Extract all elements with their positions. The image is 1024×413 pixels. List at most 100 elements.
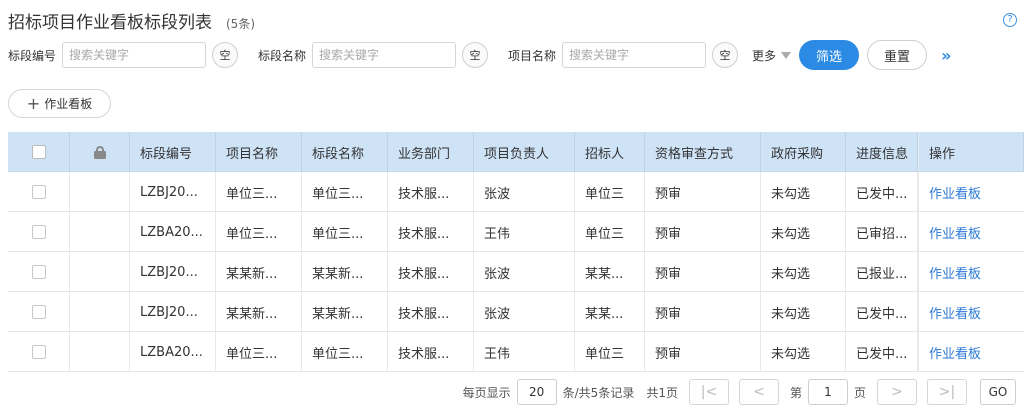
column-header[interactable]: 进度信息 [846,132,918,172]
title-row: 招标项目作业看板标段列表 (5条) [8,8,255,34]
help-icon[interactable]: ? [1003,13,1017,27]
row-checkbox[interactable] [32,225,46,239]
section-code-empty-button[interactable]: 空 [212,42,239,68]
row-checkbox[interactable] [32,305,46,319]
column-header[interactable]: 资格审查方式 [645,132,761,172]
project-name-empty-button[interactable]: 空 [712,42,739,68]
row-lock-cell [70,252,130,292]
per-page-label: 每页显示 [462,385,511,400]
filter-label-project-name: 项目名称 [508,48,557,63]
table-header-row: 标段编号 项目名称 标段名称 业务部门 项目负责人 招标人 资格审查方式 政府采… [8,132,1024,172]
add-kanban-label: 作业看板 [44,97,93,111]
table-row[interactable]: LZBA20... 单位三... 单位三... 技术服... 王伟 单位三 预审 未勾选 已审招… [8,212,1024,252]
add-kanban-button[interactable]: + 作业看板 [8,89,111,118]
per-page-input[interactable]: 20 [516,379,557,405]
project-name-cell: 单位三... [216,172,302,212]
section-name-cell: 单位三... [302,172,388,212]
pagination: 每页显示 20 条/共5条记录 共1页 |< < 第 1 页 > >| GO [0,378,1024,406]
table-row[interactable]: LZBJ20... 某某新... 某某新... 技术服... 张波 某某... 预审 未勾选已… [8,292,1024,332]
project-manager-cell: 王伟 [474,332,575,372]
section-name-search-input[interactable] [312,42,457,68]
filter-label-section-code: 标段编号 [8,48,57,63]
gov-procurement-cell: 未勾选 [761,332,846,372]
table-body: LZBJ20... 单位三... 单位三... 技术服... 张波 单位三 预审 未勾选 已发中… [8,172,1024,372]
column-header[interactable]: 业务部门 [388,132,474,172]
column-header[interactable]: 项目负责人 [474,132,575,172]
section-code-search-input[interactable] [62,42,207,68]
total-records-label: 条/共5条记录 [562,385,635,400]
select-all-cell [8,132,70,172]
department-cell: 技术服... [388,172,474,212]
more-label: 更多 [752,48,777,63]
first-page-icon[interactable]: |< [688,379,729,405]
gov-procurement-cell: 未勾选 [761,252,846,292]
table-row[interactable]: LZBJ20... 某某新... 某某新... 技术服... 张波 某某... 预审 未勾选已… [8,252,1024,292]
section-name-cell: 单位三... [302,212,388,252]
progress-cell: 已发中... [846,332,918,372]
qualification-review-cell: 预审 [645,252,761,292]
row-checkbox[interactable] [32,345,46,359]
sections-table: 标段编号 项目名称 标段名称 业务部门 项目负责人 招标人 资格审查方式 政府采… [8,132,1024,372]
gov-procurement-cell: 未勾选 [761,172,846,212]
table-row[interactable]: LZBA20... 单位三... 单位三... 技术服... 王伟 单位三 预审 未勾选 已发中… [8,332,1024,372]
row-lock-cell [70,212,130,252]
section-code-cell: LZBA20... [130,332,216,372]
double-chevron-right-icon[interactable]: » [941,46,951,65]
last-page-icon[interactable]: >| [927,379,967,405]
section-name-cell: 某某新... [302,292,388,332]
kanban-link[interactable]: 作业看板 [918,252,1024,292]
column-header[interactable]: 项目名称 [216,132,302,172]
qualification-review-cell: 预审 [645,212,761,252]
qualification-review-cell: 预审 [645,332,761,372]
row-lock-cell [70,332,130,372]
go-button[interactable]: GO [980,379,1016,405]
section-code-cell: LZBJ20... [130,252,216,292]
page-number-input[interactable]: 1 [807,379,848,405]
row-lock-cell [70,172,130,212]
table-row[interactable]: LZBJ20... 单位三... 单位三... 技术服... 张波 单位三 预审 未勾选 已发中… [8,172,1024,212]
tenderer-cell: 某某... [575,292,645,332]
section-code-cell: LZBJ20... [130,292,216,332]
project-manager-cell: 张波 [474,292,575,332]
next-page-icon[interactable]: > [877,379,917,405]
section-name-empty-button[interactable]: 空 [462,42,489,68]
project-name-cell: 某某新... [216,252,302,292]
department-cell: 技术服... [388,212,474,252]
kanban-link[interactable]: 作业看板 [918,332,1024,372]
row-select-cell [8,212,70,252]
gov-procurement-cell: 未勾选 [761,292,846,332]
gov-procurement-cell: 未勾选 [761,212,846,252]
kanban-link[interactable]: 作业看板 [918,292,1024,332]
column-header: 操作 [918,132,1024,172]
kanban-link[interactable]: 作业看板 [918,212,1024,252]
section-code-cell: LZBA20... [130,212,216,252]
filter-bar: 标段编号 空 标段名称 空 项目名称 空 更多 筛选 重置 » [8,40,1018,70]
section-code-cell: LZBJ20... [130,172,216,212]
row-checkbox[interactable] [32,185,46,199]
prev-page-icon[interactable]: < [738,379,779,405]
progress-cell: 已报业... [846,252,918,292]
column-header[interactable]: 政府采购 [761,132,846,172]
project-name-search-input[interactable] [562,42,707,68]
row-checkbox[interactable] [32,265,46,279]
record-count: (5条) [226,17,255,31]
qualification-review-cell: 预审 [645,172,761,212]
column-header[interactable]: 标段名称 [302,132,388,172]
filter-label-section-name: 标段名称 [258,48,307,63]
section-name-cell: 某某新... [302,252,388,292]
column-header[interactable]: 标段编号 [130,132,216,172]
caret-down-icon [781,51,792,59]
project-name-cell: 单位三... [216,212,302,252]
column-header[interactable]: 招标人 [575,132,645,172]
more-filters-toggle[interactable]: 更多 [752,47,792,64]
filter-button[interactable]: 筛选 [799,40,860,70]
tenderer-cell: 单位三 [575,212,645,252]
progress-cell: 已发中... [846,172,918,212]
tenderer-cell: 单位三 [575,172,645,212]
select-all-checkbox[interactable] [32,145,46,159]
row-select-cell [8,332,70,372]
kanban-link[interactable]: 作业看板 [918,172,1024,212]
reset-button[interactable]: 重置 [867,40,928,70]
department-cell: 技术服... [388,252,474,292]
row-select-cell [8,292,70,332]
